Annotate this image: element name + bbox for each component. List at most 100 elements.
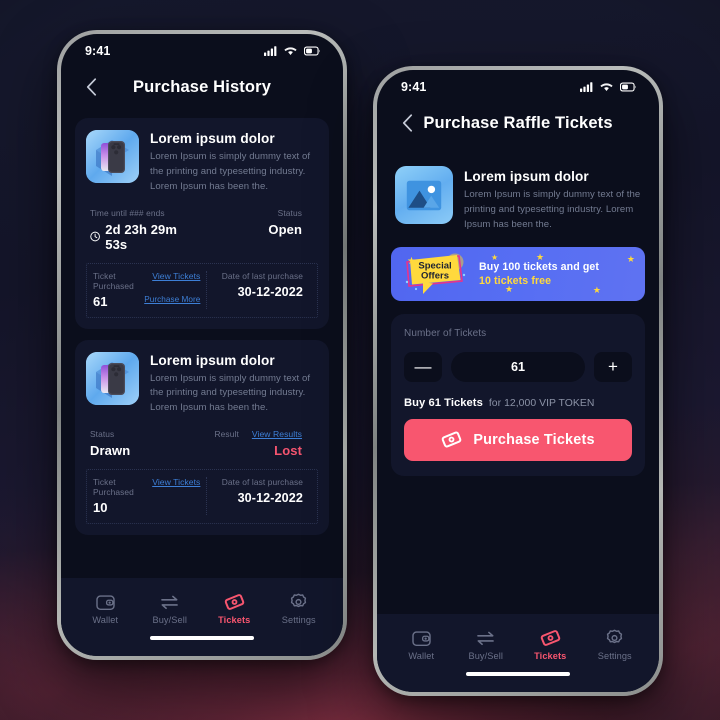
card-header: Lorem ipsum dolor Lorem Ipsum is simply …: [86, 130, 318, 195]
product-text-block: Lorem ipsum dolor Lorem Ipsum is simply …: [464, 166, 641, 233]
purchase-history-card[interactable]: Lorem ipsum dolor Lorem Ipsum is simply …: [75, 118, 329, 329]
card-title: Lorem ipsum dolor: [150, 352, 275, 368]
product-title: Lorem ipsum dolor: [464, 169, 589, 184]
offer-subline: 10 tickets free: [479, 274, 552, 287]
card-bottom-stats: Ticket Purchased View Tickets 61 Purchas…: [86, 262, 318, 318]
tab-label: Wallet: [408, 650, 435, 661]
navigation-header: Purchase Raffle Tickets: [377, 100, 659, 146]
tab-wallet[interactable]: Wallet: [73, 594, 138, 625]
tickets-label-row: Ticket Purchased View Tickets: [93, 271, 200, 291]
tab-label: Settings: [597, 651, 632, 661]
stat-value-text: 2d 23h 29m 53s: [105, 221, 178, 252]
quantity-value: 61: [510, 359, 525, 374]
product-description: Lorem Ipsum is simply dummy text of the …: [464, 189, 641, 230]
tickets-purchased-cell: Ticket Purchased View Tickets 61 Purchas…: [93, 270, 208, 309]
tab-label: Wallet: [92, 614, 119, 625]
image-placeholder-icon: [406, 180, 442, 210]
product-thumbnail: [86, 351, 139, 405]
screen-purchase-raffle-tickets: 9:41 Purchase Raffle Tickets Lorem ipsum…: [377, 70, 659, 692]
tab-settings[interactable]: Settings: [267, 593, 332, 625]
product-thumbnail: [395, 166, 453, 224]
bottom-tab-bar: Wallet Buy/Sell Tickets Settings: [61, 578, 343, 636]
star-icon: ★: [491, 252, 499, 262]
decrement-label: —: [414, 357, 432, 377]
last-purchase-label: Date of last purchase: [221, 270, 303, 281]
card-description: Lorem Ipsum is simply dummy text of the …: [150, 151, 311, 192]
ticket-icon: [224, 594, 244, 610]
tab-label: Buy/Sell: [468, 650, 503, 661]
home-indicator[interactable]: [150, 636, 254, 640]
back-button[interactable]: [79, 75, 103, 99]
special-offers-badge: Special Offers: [399, 251, 473, 297]
iphone-product-image: [86, 351, 139, 405]
stat-value: Drawn: [90, 443, 131, 459]
cellular-signal-icon: [264, 46, 277, 56]
chevron-left-icon: [86, 78, 96, 96]
cellular-signal-icon: [580, 82, 593, 92]
product-summary: Lorem ipsum dolor Lorem Ipsum is simply …: [391, 154, 645, 233]
chevron-left-icon: [402, 114, 412, 132]
raffle-content[interactable]: Lorem ipsum dolor Lorem Ipsum is simply …: [377, 146, 659, 614]
increment-button[interactable]: +: [594, 351, 632, 382]
quantity-input[interactable]: 61: [451, 351, 585, 382]
offer-text-block: Buy 100 tickets and get 10 tickets free: [479, 261, 599, 287]
card-header: Lorem ipsum dolor Lorem Ipsum is simply …: [86, 351, 318, 417]
card-bottom-stats: Ticket Purchased View Tickets 10 Date of…: [86, 469, 318, 525]
page-title: Purchase History: [132, 77, 272, 96]
purchase-tickets-button[interactable]: Purchase Tickets: [404, 418, 632, 461]
decrement-button[interactable]: —: [404, 351, 442, 382]
home-indicator-area: [61, 636, 343, 656]
special-offer-banner[interactable]: ★ ★ ★ ★ ★ ★ Special Offers: [391, 246, 645, 301]
stat-value: Open: [268, 221, 302, 237]
purchase-more-link[interactable]: Purchase More: [144, 295, 200, 304]
card-text-block: Lorem ipsum dolor Lorem Ipsum is simply …: [150, 352, 318, 417]
back-button[interactable]: [395, 111, 419, 135]
last-purchase-date: 30-12-2022: [237, 284, 303, 299]
phone-mockup-left: 9:41 Purchase History Lorem ipsum dolor …: [57, 30, 347, 660]
tab-label: Tickets: [534, 651, 567, 661]
result-label-row: Result View Results: [196, 429, 302, 439]
wifi-icon: [284, 47, 297, 55]
stat-time-until: Time until ### ends 2d 23h 29m 53s: [90, 208, 196, 252]
tickets-purchased-count: 10: [93, 500, 108, 516]
tab-settings[interactable]: Settings: [583, 629, 648, 661]
card-top-stats: Status Drawn Result View Results Lost: [86, 429, 318, 469]
quantity-label: Number of Tickets: [404, 327, 487, 339]
status-bar: 9:41: [61, 34, 343, 64]
tab-buy-sell[interactable]: Buy/Sell: [454, 630, 519, 661]
star-icon: ★: [505, 283, 514, 294]
view-tickets-link[interactable]: View Tickets: [152, 477, 200, 487]
stat-label: Status: [90, 429, 115, 440]
phone-mockup-right: 9:41 Purchase Raffle Tickets Lorem ipsum…: [373, 66, 663, 696]
tickets-purchased-count: 61: [93, 293, 108, 309]
tickets-purchased-label: Ticket Purchased: [93, 270, 134, 291]
ticket-icon: [540, 630, 560, 646]
last-purchase-label: Date of last purchase: [221, 477, 303, 488]
star-icon: ★: [592, 284, 601, 295]
tab-wallet[interactable]: Wallet: [389, 630, 454, 661]
view-tickets-link[interactable]: View Tickets: [152, 271, 200, 281]
summary-soft: for 12,000 VIP TOKEN: [488, 397, 595, 409]
wallet-icon: [412, 630, 431, 646]
tab-tickets[interactable]: Tickets: [518, 629, 583, 661]
card-top-stats: Time until ### ends 2d 23h 29m 53s Statu…: [86, 208, 318, 263]
stat-status: Status Open: [196, 208, 314, 252]
bottom-tab-bar: Wallet Buy/Sell Tickets Settings: [377, 614, 659, 672]
tickets-value-row: 61 Purchase More: [93, 291, 200, 309]
last-purchase-cell: Date of last purchase 30-12-2022: [207, 271, 313, 309]
history-list[interactable]: Lorem ipsum dolor Lorem Ipsum is simply …: [61, 110, 343, 578]
status-time: 9:41: [85, 44, 111, 58]
status-bar: 9:41: [377, 70, 659, 100]
purchase-history-card[interactable]: Lorem ipsum dolor Lorem Ipsum is simply …: [75, 339, 329, 536]
stat-label: Status: [277, 207, 302, 218]
tab-buy-sell[interactable]: Buy/Sell: [138, 594, 203, 625]
tab-tickets[interactable]: Tickets: [202, 593, 267, 625]
result-label: Result: [214, 429, 239, 440]
status-time: 9:41: [401, 80, 427, 94]
home-indicator[interactable]: [466, 672, 570, 676]
tickets-value-row: 10: [93, 497, 200, 515]
wallet-icon: [96, 594, 115, 610]
view-results-link[interactable]: View Results: [252, 429, 302, 439]
iphone-product-image: [86, 130, 139, 183]
home-indicator-area: [377, 672, 659, 692]
